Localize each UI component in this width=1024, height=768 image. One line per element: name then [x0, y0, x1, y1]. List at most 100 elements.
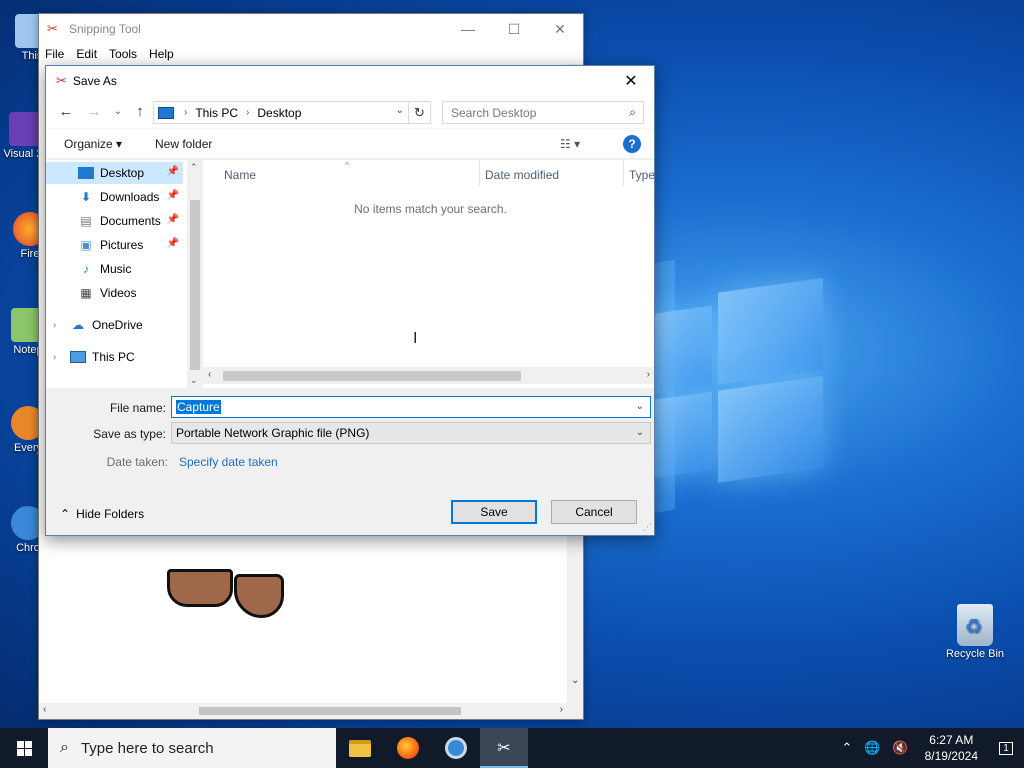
- chevron-up-icon: ⌃: [60, 507, 71, 521]
- notification-center-icon[interactable]: 1: [988, 728, 1024, 768]
- navigation-pane: Desktop 📌 ⬇ Downloads 📌 ▤ Documents 📌 ▣ …: [46, 160, 187, 388]
- save-as-type-label: Save as type:: [93, 427, 166, 441]
- up-arrow-icon[interactable]: ↑: [130, 102, 150, 122]
- taskbar-clock[interactable]: 6:27 AM 8/19/2024: [925, 732, 978, 764]
- volume-muted-icon[interactable]: 🔇: [892, 740, 908, 756]
- search-icon: ⌕: [60, 739, 69, 756]
- chevron-right-icon[interactable]: ›: [53, 352, 56, 363]
- menu-tools[interactable]: Tools: [109, 47, 137, 61]
- clock-time: 6:27 AM: [929, 733, 974, 747]
- menu-file[interactable]: File: [45, 47, 64, 61]
- column-header-date-modified[interactable]: Date modified: [485, 168, 559, 182]
- nav-item-onedrive[interactable]: › ☁ OneDrive: [46, 314, 183, 336]
- help-icon[interactable]: ?: [623, 135, 641, 153]
- breadcrumb-desktop[interactable]: Desktop: [257, 106, 301, 120]
- column-header-type[interactable]: Type: [629, 168, 655, 182]
- chevron-right-icon[interactable]: ›: [246, 107, 249, 118]
- menu-edit[interactable]: Edit: [76, 47, 97, 61]
- chevron-down-icon[interactable]: ⌄: [636, 427, 644, 438]
- empty-message: No items match your search.: [354, 202, 507, 216]
- maximize-icon[interactable]: ☐: [491, 14, 537, 44]
- refresh-icon[interactable]: ↻: [409, 101, 431, 124]
- snipping-tool-icon: ✂: [47, 21, 58, 36]
- save-as-type-select[interactable]: Portable Network Graphic file (PNG) ⌄: [171, 422, 651, 444]
- menu-help[interactable]: Help: [149, 47, 174, 61]
- taskbar-search-box[interactable]: ⌕ Type here to search: [48, 728, 336, 768]
- chrome-icon: [445, 737, 467, 759]
- address-bar[interactable]: › This PC › Desktop ⌄: [153, 101, 409, 124]
- network-icon[interactable]: 🌐: [864, 740, 880, 756]
- scroll-down-icon[interactable]: ⌄: [190, 375, 198, 386]
- scroll-thumb[interactable]: [223, 371, 521, 381]
- chevron-down-icon[interactable]: ⌄: [396, 105, 404, 116]
- chevron-up-icon[interactable]: ⌃: [841, 740, 852, 756]
- snip-shape: [234, 574, 284, 618]
- pin-icon: 📌: [166, 214, 179, 225]
- organize-button[interactable]: Organize ▾: [64, 137, 122, 151]
- cancel-button[interactable]: Cancel: [551, 500, 637, 524]
- close-icon[interactable]: ✕: [537, 14, 583, 44]
- taskbar-chrome[interactable]: [432, 728, 480, 768]
- system-tray: ⌃ 🌐 🔇 6:27 AM 8/19/2024 1: [835, 728, 1024, 768]
- resize-grip-icon[interactable]: ⋰: [643, 522, 652, 533]
- scroll-down-icon[interactable]: ⌄: [571, 675, 579, 686]
- chevron-down-icon[interactable]: ⌄: [636, 401, 644, 412]
- notification-count: 1: [999, 741, 1013, 755]
- scroll-right-icon[interactable]: ›: [560, 704, 563, 715]
- windows-logo-icon: [16, 740, 32, 756]
- minimize-icon[interactable]: —: [445, 14, 491, 44]
- nav-item-this-pc[interactable]: › This PC: [46, 346, 183, 368]
- document-icon: ▤: [80, 214, 92, 228]
- command-bar: Organize ▾ New folder ☷ ▾ ?: [46, 128, 654, 158]
- breadcrumb-this-pc[interactable]: This PC: [195, 106, 238, 120]
- chevron-right-icon[interactable]: ›: [184, 107, 187, 118]
- scroll-thumb[interactable]: [199, 707, 461, 715]
- nav-item-music[interactable]: ♪ Music: [46, 258, 183, 280]
- dialog-body: Desktop 📌 ⬇ Downloads 📌 ▤ Documents 📌 ▣ …: [46, 160, 655, 388]
- snip-horizontal-scrollbar[interactable]: ‹ ›: [39, 703, 583, 719]
- taskbar: ⌕ Type here to search ✂ ⌃ 🌐 🔇 6:27 AM 8/…: [0, 728, 1024, 768]
- scroll-left-icon[interactable]: ‹: [208, 369, 211, 380]
- scroll-left-icon[interactable]: ‹: [43, 704, 46, 715]
- taskbar-file-explorer[interactable]: [336, 728, 384, 768]
- start-button[interactable]: [0, 728, 48, 768]
- videos-icon: ▦: [80, 286, 92, 300]
- specify-date-taken-link[interactable]: Specify date taken: [179, 455, 278, 469]
- nav-pane-scrollbar[interactable]: ⌃ ⌄: [187, 160, 203, 388]
- this-pc-icon: [70, 351, 86, 363]
- pictures-icon: ▣: [80, 238, 92, 252]
- search-input[interactable]: Search Desktop ⌕: [442, 101, 644, 124]
- pin-icon: 📌: [166, 166, 179, 177]
- wallpaper-windows-logo: [650, 277, 825, 493]
- close-icon[interactable]: ✕: [608, 66, 654, 96]
- hide-folders-button[interactable]: ⌃ Hide Folders: [60, 507, 144, 521]
- dialog-titlebar: ✂ Save As: [46, 66, 654, 96]
- scroll-thumb[interactable]: [190, 200, 200, 370]
- view-options-icon[interactable]: ☷ ▾: [560, 137, 580, 151]
- nav-item-desktop[interactable]: Desktop 📌: [46, 162, 183, 184]
- desktop-icon-recycle-bin[interactable]: Recycle Bin: [942, 604, 1008, 660]
- back-arrow-icon[interactable]: ←: [56, 102, 76, 122]
- nav-item-documents[interactable]: ▤ Documents 📌: [46, 210, 183, 232]
- chevron-right-icon[interactable]: ›: [53, 320, 56, 331]
- scroll-right-icon[interactable]: ›: [647, 369, 650, 380]
- nav-item-pictures[interactable]: ▣ Pictures 📌: [46, 234, 183, 256]
- new-folder-button[interactable]: New folder: [155, 137, 212, 151]
- dialog-footer: File name: Capture ⌄ Save as type: Porta…: [46, 388, 654, 535]
- column-header-name[interactable]: Name: [224, 168, 256, 182]
- save-button[interactable]: Save: [451, 500, 537, 524]
- sort-up-icon: ^: [345, 160, 350, 170]
- file-name-field[interactable]: Capture ⌄: [171, 396, 651, 418]
- taskbar-firefox[interactable]: [384, 728, 432, 768]
- recent-locations-icon[interactable]: ⌄: [108, 102, 128, 122]
- file-list-scrollbar[interactable]: ‹ ›: [203, 367, 654, 384]
- taskbar-snipping-tool[interactable]: ✂: [480, 728, 528, 768]
- nav-item-downloads[interactable]: ⬇ Downloads 📌: [46, 186, 183, 208]
- search-icon: ⌕: [629, 105, 636, 119]
- nav-item-videos[interactable]: ▦ Videos: [46, 282, 183, 304]
- clock-date: 8/19/2024: [924, 749, 978, 763]
- file-explorer-icon: [349, 739, 371, 757]
- dialog-title: Save As: [72, 74, 117, 88]
- forward-arrow-icon[interactable]: →: [84, 102, 104, 122]
- scroll-up-icon[interactable]: ⌃: [190, 162, 198, 173]
